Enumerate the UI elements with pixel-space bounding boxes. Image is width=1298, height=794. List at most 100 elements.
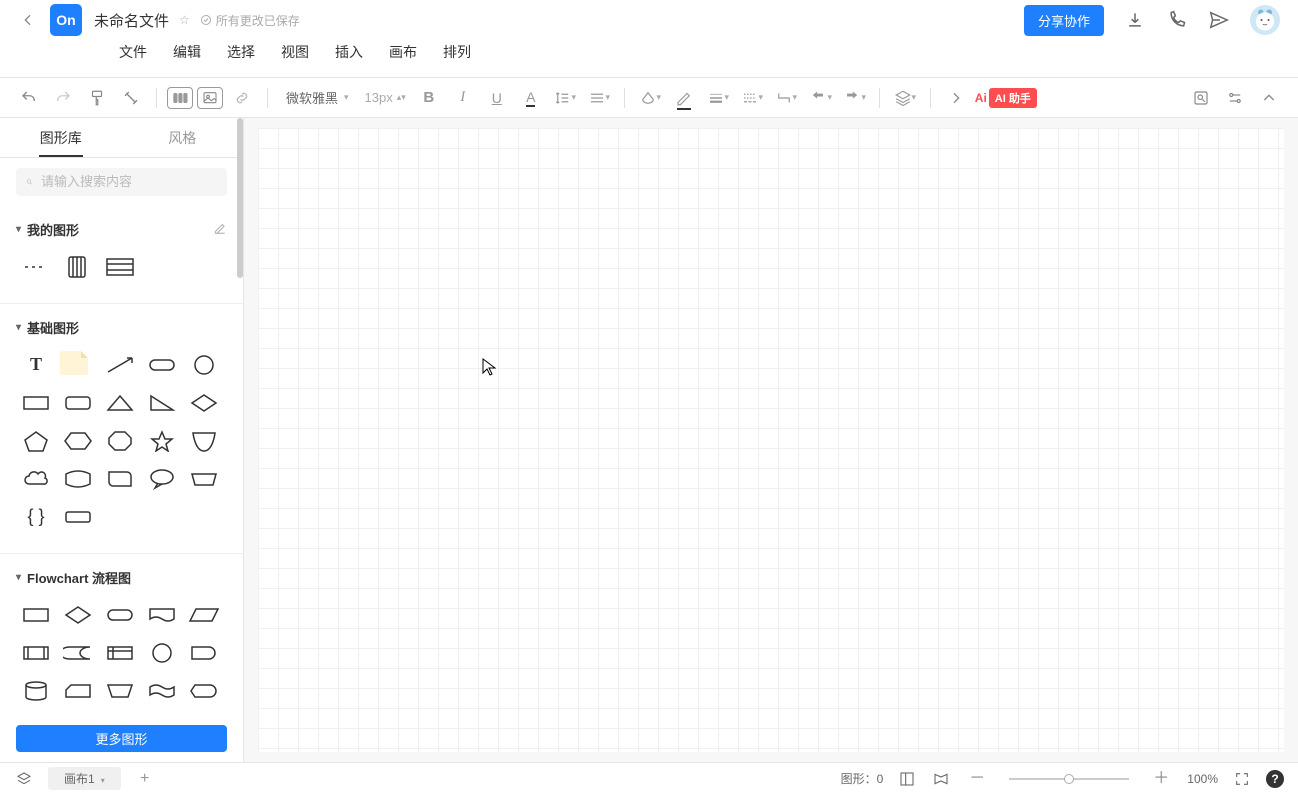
shape-pill[interactable] <box>144 351 180 379</box>
page-tab[interactable]: 画布1 <box>48 767 121 790</box>
fc-terminator[interactable] <box>102 601 138 629</box>
section-header-basic[interactable]: ▾基础图形 <box>0 310 243 345</box>
fc-tape[interactable] <box>144 677 180 705</box>
menu-canvas[interactable]: 画布 <box>385 40 421 64</box>
more-shapes-button[interactable]: 更多图形 <box>16 725 227 752</box>
arrow-end-icon[interactable]: ▾ <box>839 83 869 113</box>
insert-link-icon[interactable] <box>227 83 257 113</box>
line-height-icon[interactable]: ▾ <box>550 83 580 113</box>
fullscreen-icon[interactable] <box>1232 769 1252 789</box>
shape-pentagon[interactable] <box>18 427 54 455</box>
font-size-select[interactable]: 13px▴▾ <box>361 90 410 105</box>
find-icon[interactable] <box>1186 83 1216 113</box>
shape-cloud[interactable] <box>18 465 54 493</box>
insert-image-icon[interactable] <box>197 87 223 109</box>
share-button[interactable]: 分享协作 <box>1024 5 1104 36</box>
shape-custom-hstrip[interactable] <box>102 253 138 281</box>
expand-toolbar-icon[interactable] <box>941 83 971 113</box>
ai-assistant-button[interactable]: Ai AI 助手 <box>975 88 1037 108</box>
menu-insert[interactable]: 插入 <box>331 40 367 64</box>
insert-container-icon[interactable] <box>167 87 193 109</box>
canvas-area[interactable] <box>244 118 1298 762</box>
fc-display[interactable] <box>186 677 222 705</box>
shape-speech-bubble[interactable] <box>144 465 180 493</box>
shape-circle[interactable] <box>186 351 222 379</box>
back-button[interactable] <box>18 10 38 30</box>
fc-card[interactable] <box>60 677 96 705</box>
section-header-my-shapes[interactable]: ▾我的图形 <box>0 212 243 247</box>
edit-icon[interactable] <box>213 221 227 238</box>
collapse-panel-icon[interactable] <box>1254 83 1284 113</box>
zoom-level[interactable]: 100% <box>1187 772 1218 786</box>
shape-text[interactable]: T <box>18 351 54 379</box>
arrow-start-icon[interactable]: ▾ <box>805 83 835 113</box>
font-family-select[interactable]: 微软雅黑▾ <box>278 88 357 107</box>
layout-grid-icon[interactable] <box>897 769 917 789</box>
zoom-out-button[interactable]: － <box>965 771 989 787</box>
fc-internal-storage[interactable] <box>102 639 138 667</box>
format-painter-icon[interactable] <box>82 83 112 113</box>
shape-octagon[interactable] <box>102 427 138 455</box>
fc-connector[interactable] <box>144 639 180 667</box>
shape-diamond[interactable] <box>186 389 222 417</box>
shape-rounded-rect[interactable] <box>60 389 96 417</box>
fill-color-icon[interactable]: ▾ <box>635 83 665 113</box>
text-align-icon[interactable]: ▾ <box>584 83 614 113</box>
settings-icon[interactable] <box>1220 83 1250 113</box>
shape-shield[interactable] <box>186 427 222 455</box>
connector-type-icon[interactable]: ▾ <box>771 83 801 113</box>
bold-icon[interactable]: B <box>414 83 444 113</box>
shape-hexagon[interactable] <box>60 427 96 455</box>
add-page-icon[interactable]: + <box>135 769 155 789</box>
unlink-icon[interactable] <box>116 83 146 113</box>
shape-search-input[interactable] <box>41 174 217 189</box>
menu-file[interactable]: 文件 <box>115 40 151 64</box>
stroke-color-icon[interactable] <box>669 83 699 113</box>
help-icon[interactable]: ? <box>1266 770 1284 788</box>
phone-icon[interactable] <box>1166 9 1188 31</box>
line-width-icon[interactable]: ▾ <box>703 83 733 113</box>
section-header-flowchart[interactable]: ▾Flowchart 流程图 <box>0 560 243 595</box>
zoom-slider[interactable] <box>1009 778 1129 780</box>
shape-search-box[interactable] <box>16 168 227 195</box>
fc-delay[interactable] <box>186 639 222 667</box>
layers-icon[interactable]: ▾ <box>890 83 920 113</box>
shape-arc-banner[interactable] <box>60 465 96 493</box>
italic-icon[interactable]: I <box>448 83 478 113</box>
download-icon[interactable] <box>1124 9 1146 31</box>
tab-style[interactable]: 风格 <box>122 118 244 157</box>
navigator-icon[interactable] <box>931 769 951 789</box>
user-avatar[interactable] <box>1250 5 1280 35</box>
shape-braces[interactable]: { } <box>18 503 54 531</box>
tab-shape-library[interactable]: 图形库 <box>0 118 122 157</box>
fc-decision[interactable] <box>60 601 96 629</box>
shape-note[interactable] <box>60 351 88 375</box>
shape-line-arrow[interactable] <box>102 351 138 379</box>
zoom-slider-handle[interactable] <box>1064 774 1074 784</box>
document-title[interactable]: 未命名文件 <box>94 10 169 31</box>
shape-custom-vstrip[interactable] <box>60 253 96 281</box>
line-style-icon[interactable]: ▾ <box>737 83 767 113</box>
menu-edit[interactable]: 编辑 <box>169 40 205 64</box>
fc-document[interactable] <box>144 601 180 629</box>
fc-predefined[interactable] <box>18 639 54 667</box>
redo-icon[interactable] <box>48 83 78 113</box>
font-color-icon[interactable]: A <box>516 83 546 113</box>
shape-star[interactable] <box>144 427 180 455</box>
fc-stored-data[interactable] <box>60 639 96 667</box>
shape-leaf[interactable] <box>102 465 138 493</box>
menu-select[interactable]: 选择 <box>223 40 259 64</box>
canvas-grid[interactable] <box>258 128 1284 752</box>
menu-arrange[interactable]: 排列 <box>439 40 475 64</box>
shape-right-triangle[interactable] <box>144 389 180 417</box>
shape-rectangle[interactable] <box>18 389 54 417</box>
menu-view[interactable]: 视图 <box>277 40 313 64</box>
favorite-star-icon[interactable]: ☆ <box>179 13 190 27</box>
undo-icon[interactable] <box>14 83 44 113</box>
shape-trapezoid[interactable] <box>186 465 222 493</box>
fc-data[interactable] <box>186 601 222 629</box>
fc-database[interactable] <box>18 677 54 705</box>
shape-custom-dashed[interactable] <box>18 253 54 281</box>
fc-manual-op[interactable] <box>102 677 138 705</box>
shape-triangle[interactable] <box>102 389 138 417</box>
